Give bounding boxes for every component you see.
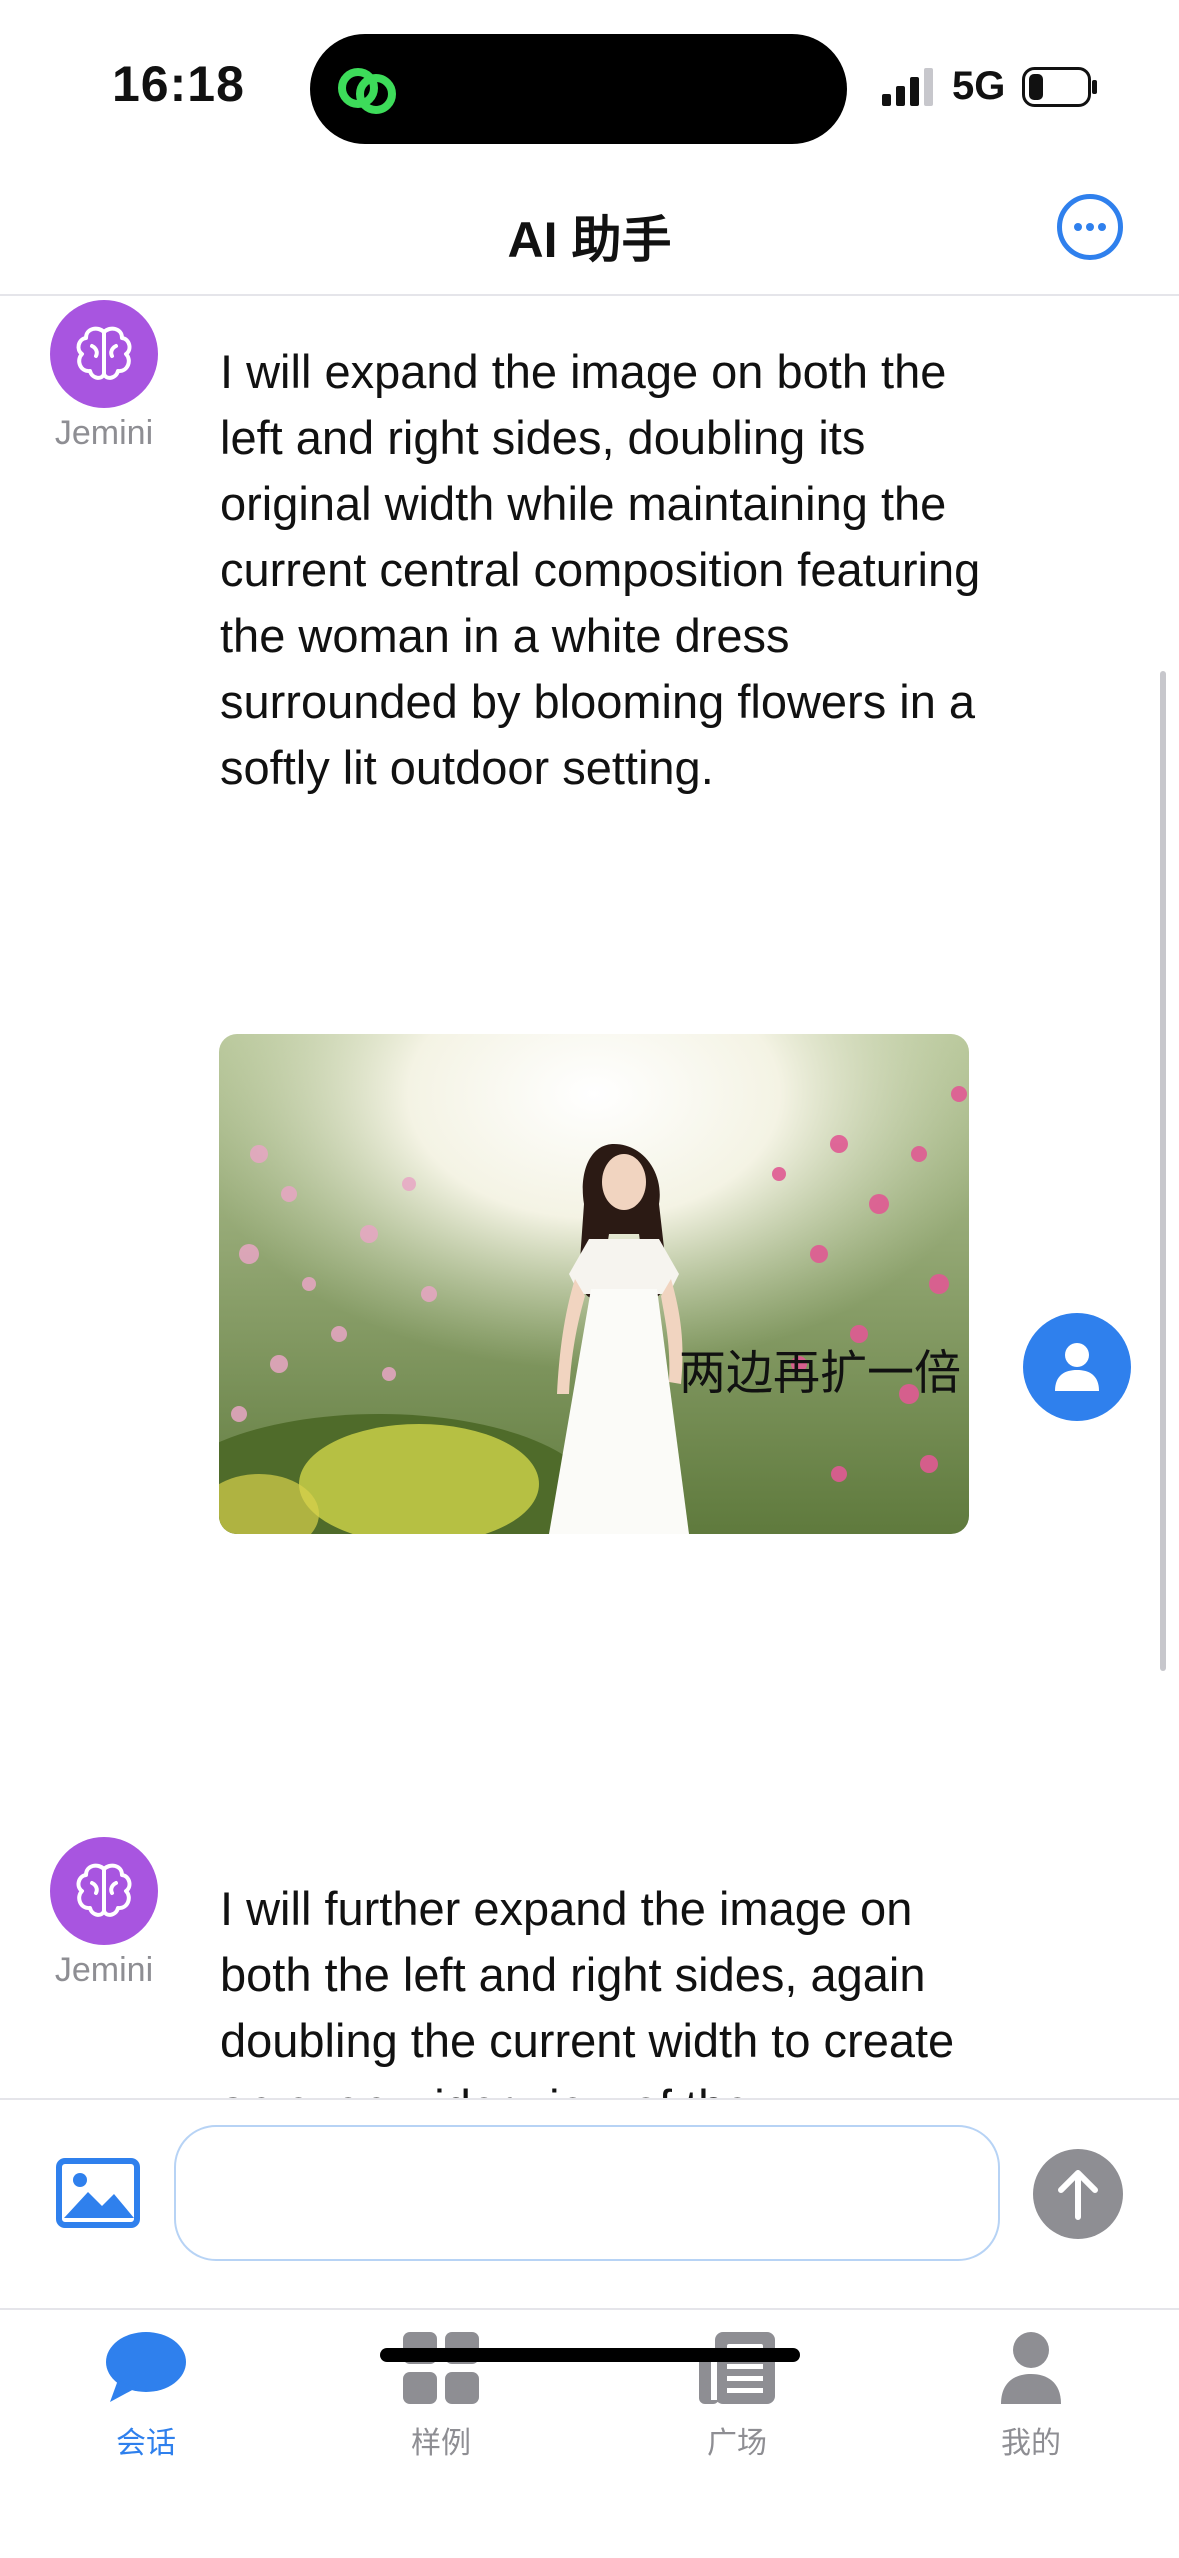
bot-message-text: I will further expand the image on both … [220, 1882, 955, 2098]
bot-name: Jemini [54, 1951, 154, 1989]
tab-chat[interactable]: 会话 [46, 2330, 246, 2462]
signal-icon [882, 68, 933, 106]
page-title: AI 助手 [507, 212, 672, 268]
status-bar: 16:18 5G [0, 0, 1179, 170]
person-icon [1055, 1343, 1099, 1391]
scrollbar[interactable] [1160, 671, 1166, 1671]
bot-avatar [50, 1837, 158, 1945]
generated-image[interactable] [219, 1034, 969, 1534]
user-message-text: 两边再扩一倍 [679, 1346, 961, 1399]
grid-icon [403, 2332, 479, 2404]
chat-messages[interactable]: Jemini I will expand the image on both t… [0, 296, 1179, 2098]
chat-bubble-icon [106, 2332, 186, 2402]
tab-label: 会话 [116, 2427, 176, 2460]
battery-icon [1022, 67, 1097, 107]
network-label: 5G [952, 64, 1006, 108]
message-input[interactable] [174, 2125, 1000, 2261]
tab-label: 广场 [707, 2427, 767, 2460]
bot-name: Jemini [54, 414, 154, 452]
input-bar [0, 2098, 1179, 2308]
bot-message-text: I will expand the image on both the left… [220, 345, 981, 794]
status-time: 16:18 [112, 56, 245, 112]
image-upload-icon[interactable] [56, 2158, 140, 2228]
send-button[interactable] [1033, 2149, 1123, 2239]
woman-in-white-dress-image [219, 1034, 969, 1534]
tab-label: 我的 [1001, 2427, 1061, 2460]
user-avatar [1023, 1313, 1131, 1421]
tab-profile[interactable]: 我的 [931, 2330, 1131, 2462]
arrow-up-icon [1058, 2170, 1098, 2220]
nav-bar: AI 助手 [0, 170, 1179, 296]
more-options-icon[interactable] [1057, 194, 1123, 260]
bot-avatar [50, 300, 158, 408]
brain-icon [76, 326, 132, 380]
tab-bar: 会话 样例 广场 我的 [0, 2308, 1179, 2558]
dynamic-island [310, 34, 847, 144]
link-app-icon [338, 68, 396, 114]
brain-icon [76, 1863, 132, 1917]
person-icon [1001, 2332, 1061, 2404]
newspaper-icon [699, 2332, 775, 2404]
tab-label: 样例 [411, 2427, 471, 2460]
home-indicator[interactable] [380, 2348, 800, 2362]
